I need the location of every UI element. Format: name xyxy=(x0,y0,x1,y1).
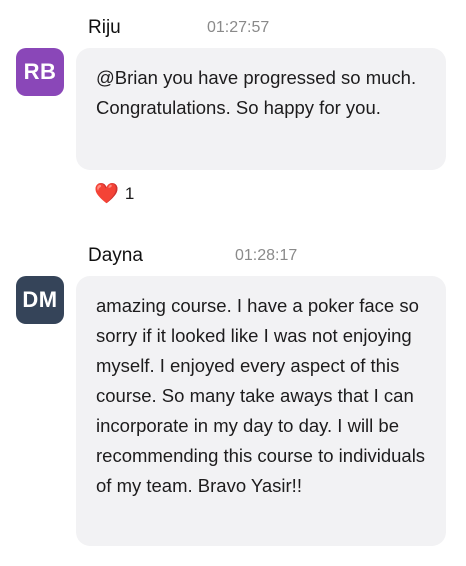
message-timestamp[interactable]: 01:27:57 xyxy=(207,19,269,37)
avatar[interactable]: RB xyxy=(16,48,64,96)
reaction-count: 1 xyxy=(124,184,135,203)
message-bubble: amazing course. I have a poker face so s… xyxy=(76,276,446,546)
sender-name[interactable]: Riju xyxy=(88,17,121,39)
message-text: @Brian you have progressed so much. Cong… xyxy=(96,67,417,118)
message-text: amazing course. I have a poker face so s… xyxy=(96,295,426,496)
sender-name[interactable]: Dayna xyxy=(88,245,143,267)
avatar[interactable]: DM xyxy=(16,276,64,324)
reaction-pill[interactable]: ❤️ 1 xyxy=(94,184,134,204)
message-bubble: @Brian you have progressed so much. Cong… xyxy=(76,48,446,170)
heart-icon: ❤️ xyxy=(94,183,119,205)
message-timestamp[interactable]: 01:28:17 xyxy=(235,247,297,265)
